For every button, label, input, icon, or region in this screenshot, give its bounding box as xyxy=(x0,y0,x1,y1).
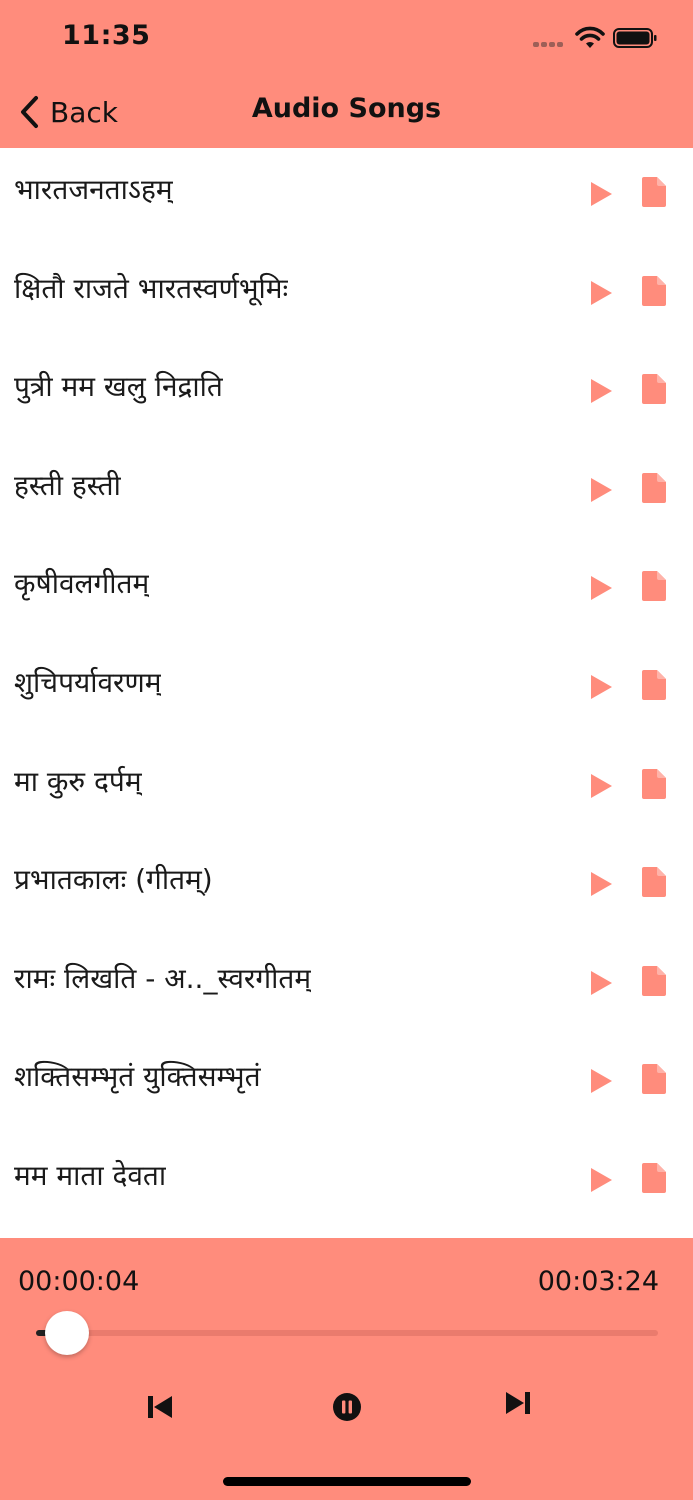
document-icon[interactable] xyxy=(641,472,667,504)
home-indicator xyxy=(223,1477,471,1486)
play-icon[interactable] xyxy=(588,870,614,898)
song-row[interactable]: पुत्री मम खलु निद्राति xyxy=(0,345,693,444)
song-title: मा कुरु दर्पम् xyxy=(14,764,142,798)
play-icon[interactable] xyxy=(588,180,614,208)
previous-track-icon[interactable] xyxy=(146,1394,174,1420)
song-row[interactable]: रामः लिखति - अ.._स्वरगीतम् xyxy=(0,937,693,1036)
play-icon[interactable] xyxy=(588,1067,614,1095)
document-icon[interactable] xyxy=(641,176,667,208)
status-time: 11:35 xyxy=(62,20,151,51)
play-icon[interactable] xyxy=(588,279,614,307)
song-title: भारतजनताऽहम् xyxy=(14,173,173,206)
page-title: Audio Songs xyxy=(251,93,442,124)
progress-slider[interactable] xyxy=(36,1311,658,1355)
battery-icon xyxy=(613,28,657,48)
song-row[interactable]: हस्ती हस्ती xyxy=(0,444,693,543)
document-icon[interactable] xyxy=(641,965,667,997)
screen: 11:35 Back Audio Songs भारतजनताऽहम् क्षित… xyxy=(0,0,693,1500)
song-row[interactable]: क्षितौ राजते भारतस्वर्णभूमिः xyxy=(0,247,693,346)
document-icon[interactable] xyxy=(641,373,667,405)
song-row[interactable]: प्रभातकालः (गीतम्) xyxy=(0,838,693,937)
song-title: शुचिपर्यावरणम् xyxy=(14,665,162,699)
song-row[interactable]: शक्तिसम्भृतं युक्तिसम्भृतं xyxy=(0,1035,693,1134)
play-icon[interactable] xyxy=(588,772,614,800)
play-icon[interactable] xyxy=(588,1166,614,1194)
wifi-icon xyxy=(575,26,605,48)
song-title: रामः लिखति - अ.._स्वरगीतम् xyxy=(14,961,312,995)
navigation-header: 11:35 Back Audio Songs xyxy=(0,0,693,148)
song-title: प्रभातकालः (गीतम्) xyxy=(14,863,213,897)
slider-thumb[interactable] xyxy=(45,1311,90,1355)
elapsed-time: 00:00:04 xyxy=(18,1266,140,1297)
document-icon[interactable] xyxy=(641,669,667,701)
song-title: क्षितौ राजते भारतस्वर्णभूमिः xyxy=(14,271,289,305)
play-icon[interactable] xyxy=(588,673,614,701)
song-title: हस्ती हस्ती xyxy=(14,468,121,502)
song-row[interactable]: भारतजनताऽहम् xyxy=(0,148,693,247)
song-row[interactable]: शुचिपर्यावरणम् xyxy=(0,641,693,740)
slider-track xyxy=(36,1330,658,1336)
cellular-signal-icon xyxy=(533,42,567,48)
document-icon[interactable] xyxy=(641,570,667,602)
song-title: शक्तिसम्भृतं युक्तिसम्भृतं xyxy=(14,1060,261,1094)
document-icon[interactable] xyxy=(641,1063,667,1095)
document-icon[interactable] xyxy=(641,275,667,307)
song-row[interactable]: मम माता देवता xyxy=(0,1134,693,1233)
song-row[interactable]: कृषीवलगीतम् xyxy=(0,542,693,641)
total-time: 00:03:24 xyxy=(537,1266,659,1297)
audio-player: 00:00:04 00:03:24 xyxy=(0,1238,693,1500)
document-icon[interactable] xyxy=(641,768,667,800)
next-track-icon[interactable] xyxy=(504,1390,532,1416)
song-title: मम माता देवता xyxy=(14,1158,167,1192)
play-icon[interactable] xyxy=(588,476,614,504)
play-icon[interactable] xyxy=(588,969,614,997)
song-list: भारतजनताऽहम् क्षितौ राजते भारतस्वर्णभूमिः… xyxy=(0,148,693,1238)
song-title: कृषीवलगीतम् xyxy=(14,567,150,601)
play-icon[interactable] xyxy=(588,377,614,405)
play-icon[interactable] xyxy=(588,574,614,602)
document-icon[interactable] xyxy=(641,1162,667,1194)
pause-icon[interactable] xyxy=(332,1392,362,1422)
song-title: पुत्री मम खलु निद्राति xyxy=(14,370,223,404)
document-icon[interactable] xyxy=(641,866,667,898)
song-row[interactable]: मा कुरु दर्पम् xyxy=(0,740,693,839)
